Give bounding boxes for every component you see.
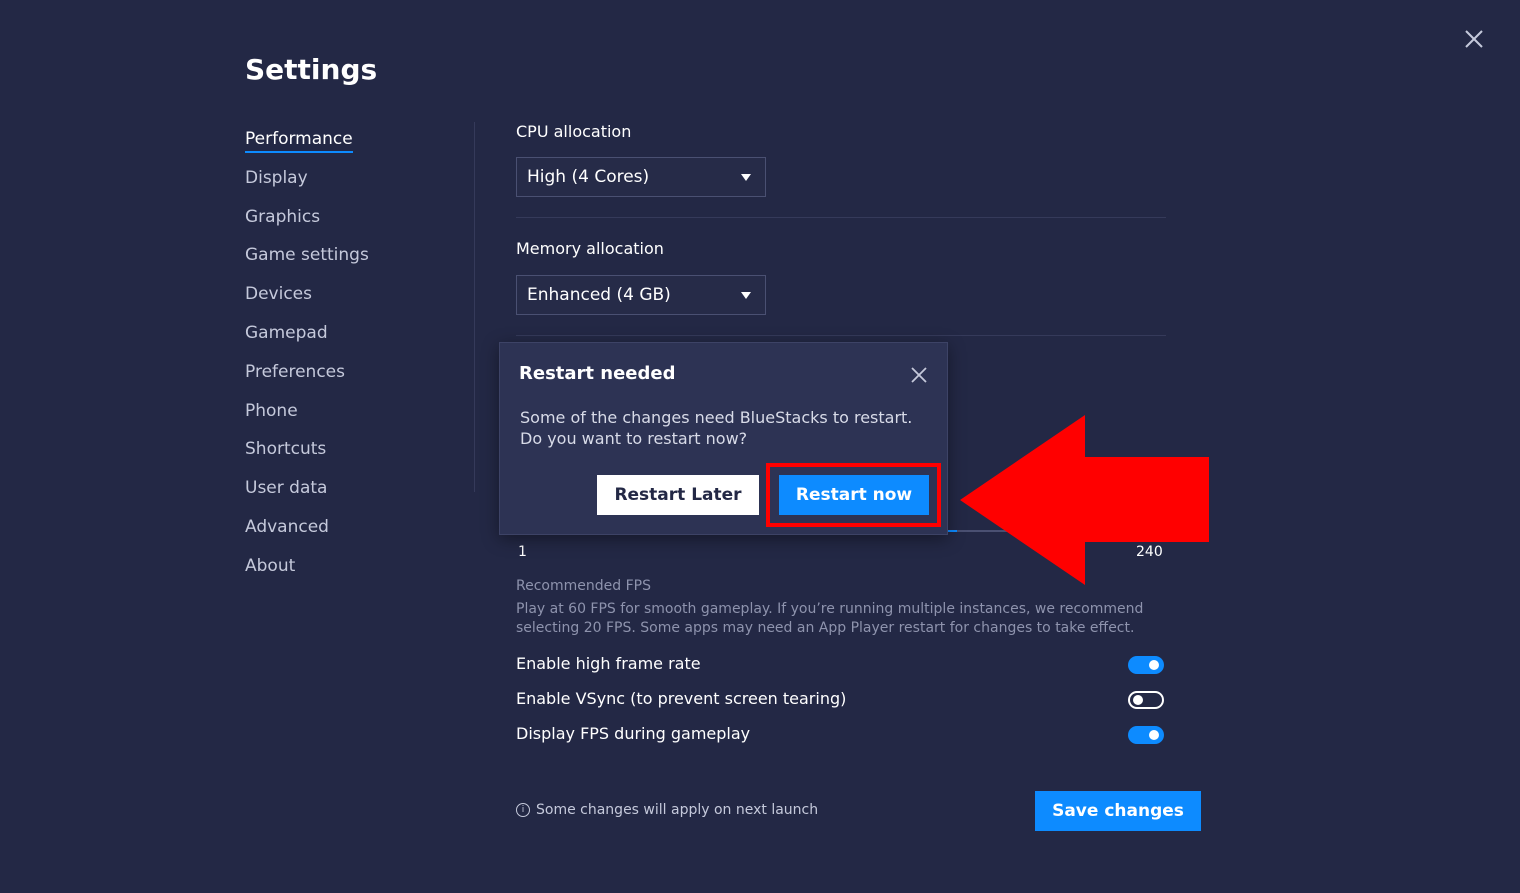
sidebar-item-game-settings[interactable]: Game settings: [245, 242, 445, 281]
red-arrow-icon: [960, 415, 1209, 585]
toggle-knob: [1133, 695, 1143, 705]
settings-window: Settings Performance Display Graphics Ga…: [0, 0, 1520, 893]
toggle-label: Enable VSync (to prevent screen tearing): [516, 689, 847, 708]
high-frame-rate-toggle[interactable]: [1128, 656, 1164, 674]
dialog-title: Restart needed: [519, 363, 676, 384]
sidebar-item-label: Advanced: [245, 516, 329, 537]
sidebar-item-label: Shortcuts: [245, 439, 327, 460]
memory-allocation-value: Enhanced (4 GB): [527, 285, 671, 305]
footer-note-text: Some changes will apply on next launch: [536, 802, 819, 818]
restart-later-button[interactable]: Restart Later: [597, 475, 759, 515]
memory-allocation-dropdown[interactable]: Enhanced (4 GB): [516, 275, 766, 315]
sidebar-item-label: Preferences: [245, 361, 345, 382]
sidebar-item-label: Display: [245, 167, 308, 188]
toggle-label: Enable high frame rate: [516, 654, 701, 673]
toggle-knob: [1149, 730, 1159, 740]
page-title: Settings: [245, 53, 378, 86]
vsync-toggle[interactable]: [1128, 691, 1164, 709]
dialog-message: Some of the changes need BlueStacks to r…: [520, 408, 913, 448]
toggle-row-high-frame-rate: Enable high frame rate: [516, 654, 1164, 678]
sidebar-item-devices[interactable]: Devices: [245, 281, 445, 320]
sidebar-item-graphics[interactable]: Graphics: [245, 204, 445, 243]
footer-note: i Some changes will apply on next launch: [516, 802, 818, 818]
toggle-label: Display FPS during gameplay: [516, 724, 751, 743]
chevron-down-icon: [741, 174, 751, 181]
toggle-row-display-fps: Display FPS during gameplay: [516, 724, 1164, 748]
cpu-allocation-label: CPU allocation: [516, 122, 632, 141]
sidebar-item-label: Game settings: [245, 245, 369, 266]
recommended-fps-title: Recommended FPS: [516, 578, 651, 594]
recommended-fps-description: Play at 60 FPS for smooth gameplay. If y…: [516, 601, 1144, 636]
cpu-allocation-dropdown[interactable]: High (4 Cores): [516, 157, 766, 197]
chevron-down-icon: [741, 292, 751, 299]
sidebar-item-performance[interactable]: Performance: [245, 126, 445, 165]
cpu-allocation-value: High (4 Cores): [527, 167, 650, 187]
toggle-knob: [1149, 660, 1159, 670]
close-icon[interactable]: [1462, 27, 1486, 51]
display-fps-toggle[interactable]: [1128, 726, 1164, 744]
sidebar-item-phone[interactable]: Phone: [245, 398, 445, 437]
info-icon: i: [516, 803, 530, 817]
sidebar-item-gamepad[interactable]: Gamepad: [245, 320, 445, 359]
sidebar-item-label: User data: [245, 478, 328, 499]
section-divider: [516, 335, 1166, 336]
section-divider: [516, 217, 1166, 218]
toggle-row-vsync: Enable VSync (to prevent screen tearing): [516, 689, 1164, 713]
fps-slider-min: 1: [518, 544, 527, 560]
sidebar-item-preferences[interactable]: Preferences: [245, 359, 445, 398]
sidebar-item-label: Graphics: [245, 206, 321, 227]
sidebar-item-label: Devices: [245, 284, 312, 305]
restart-now-button[interactable]: Restart now: [779, 475, 929, 515]
sidebar-item-label: Performance: [245, 129, 353, 153]
memory-allocation-label: Memory allocation: [516, 239, 664, 258]
sidebar-item-display[interactable]: Display: [245, 165, 445, 204]
sidebar-item-label: Gamepad: [245, 322, 328, 343]
sidebar-divider: [474, 122, 475, 492]
close-icon[interactable]: [909, 365, 929, 385]
save-changes-button[interactable]: Save changes: [1035, 791, 1201, 831]
restart-dialog: Restart needed Some of the changes need …: [499, 342, 948, 535]
sidebar-item-user-data[interactable]: User data: [245, 475, 445, 514]
sidebar-item-advanced[interactable]: Advanced: [245, 514, 445, 553]
sidebar-item-about[interactable]: About: [245, 553, 445, 592]
settings-sidebar: Performance Display Graphics Game settin…: [245, 126, 445, 592]
sidebar-item-label: Phone: [245, 400, 298, 421]
fps-slider-max: 240: [1136, 544, 1163, 560]
sidebar-item-shortcuts[interactable]: Shortcuts: [245, 436, 445, 475]
sidebar-item-label: About: [245, 555, 296, 576]
